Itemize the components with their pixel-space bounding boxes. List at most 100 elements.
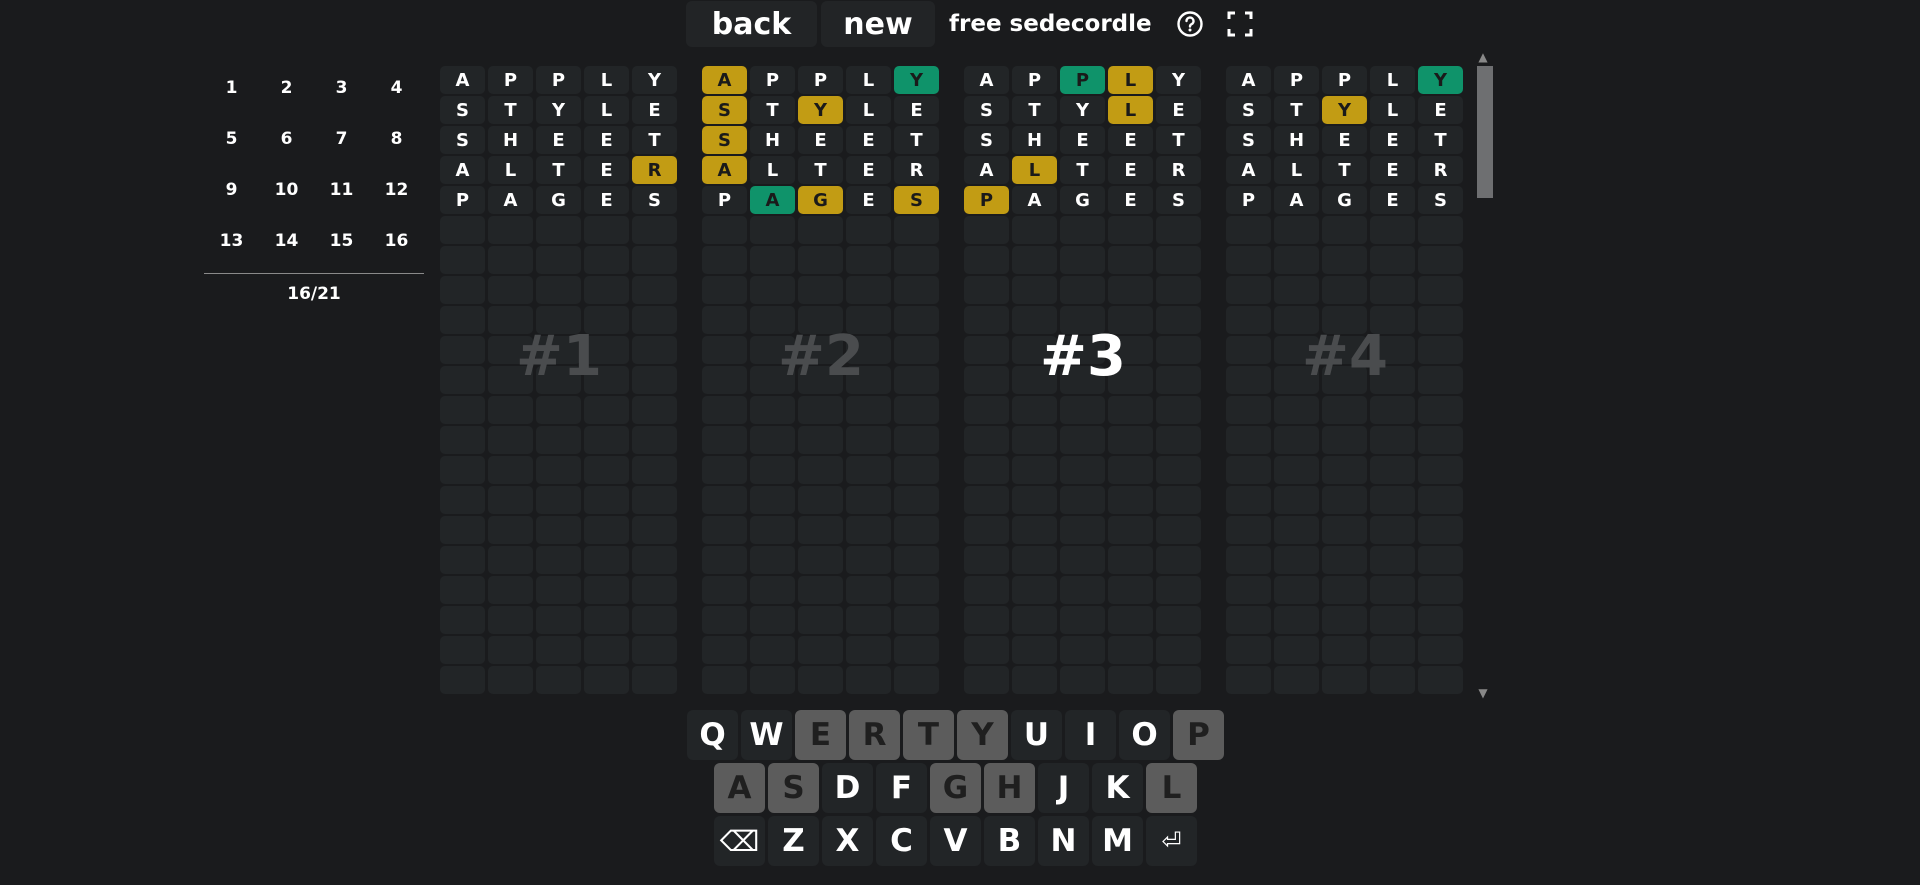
key-c[interactable]: C: [876, 816, 927, 866]
board-grid: APPLYSTYLESHEETALTERPAGES: [1226, 66, 1464, 694]
board-link-8[interactable]: 8: [369, 121, 424, 172]
empty-tile: [846, 516, 891, 544]
empty-tile: [894, 306, 939, 334]
key-q[interactable]: Q: [687, 710, 738, 760]
key-b[interactable]: B: [984, 816, 1035, 866]
enter-key[interactable]: ⏎: [1146, 816, 1197, 866]
key-g[interactable]: G: [930, 763, 981, 813]
letter-tile: T: [632, 126, 677, 154]
key-a[interactable]: A: [714, 763, 765, 813]
key-i[interactable]: I: [1065, 710, 1116, 760]
key-y[interactable]: Y: [957, 710, 1008, 760]
empty-tile: [1012, 276, 1057, 304]
empty-tile: [1370, 426, 1415, 454]
board-link-3[interactable]: 3: [314, 70, 369, 121]
key-d[interactable]: D: [822, 763, 873, 813]
board-link-7[interactable]: 7: [314, 121, 369, 172]
empty-tile: [1322, 666, 1367, 694]
letter-tile: L: [1012, 156, 1057, 184]
board-link-9[interactable]: 9: [204, 172, 259, 223]
help-button[interactable]: [1174, 8, 1206, 40]
empty-tile: [584, 366, 629, 394]
back-button[interactable]: back: [686, 1, 817, 47]
key-s[interactable]: S: [768, 763, 819, 813]
letter-tile: S: [702, 96, 747, 124]
key-w[interactable]: W: [741, 710, 792, 760]
letter-tile: S: [964, 126, 1009, 154]
key-h[interactable]: H: [984, 763, 1035, 813]
empty-tile: [584, 336, 629, 364]
key-e[interactable]: E: [795, 710, 846, 760]
letter-tile: L: [750, 156, 795, 184]
empty-tile: [1274, 486, 1319, 514]
board-link-2[interactable]: 2: [259, 70, 314, 121]
empty-tile: [1108, 666, 1153, 694]
empty-tile: [750, 456, 795, 484]
empty-tile: [964, 216, 1009, 244]
empty-tile: [1060, 426, 1105, 454]
key-j[interactable]: J: [1038, 763, 1089, 813]
board-link-4[interactable]: 4: [369, 70, 424, 121]
letter-tile: E: [1370, 186, 1415, 214]
key-n[interactable]: N: [1038, 816, 1089, 866]
empty-tile: [846, 576, 891, 604]
board-link-5[interactable]: 5: [204, 121, 259, 172]
key-r[interactable]: R: [849, 710, 900, 760]
board-link-6[interactable]: 6: [259, 121, 314, 172]
key-z[interactable]: Z: [768, 816, 819, 866]
board-number-grid: 1 2 3 4 5 6 7 8 9 10 11 12 13 14 15 16: [204, 70, 424, 274]
empty-tile: [1370, 276, 1415, 304]
empty-tile: [750, 666, 795, 694]
key-k[interactable]: K: [1092, 763, 1143, 813]
key-f[interactable]: F: [876, 763, 927, 813]
board-link-10[interactable]: 10: [259, 172, 314, 223]
board-link-13[interactable]: 13: [204, 223, 259, 274]
empty-tile: [1156, 216, 1201, 244]
key-l[interactable]: L: [1146, 763, 1197, 813]
board-link-12[interactable]: 12: [369, 172, 424, 223]
empty-tile: [440, 276, 485, 304]
board-4: A P P L Y S T Y L E S H E E T A L T E R P A G E S #4: [1226, 66, 1464, 694]
empty-tile: [702, 636, 747, 664]
key-v[interactable]: V: [930, 816, 981, 866]
empty-tile: [894, 576, 939, 604]
board-link-1[interactable]: 1: [204, 70, 259, 121]
scroll-down-icon[interactable]: ▼: [1473, 686, 1493, 700]
empty-tile: [536, 246, 581, 274]
empty-tile: [1108, 546, 1153, 574]
board-link-15[interactable]: 15: [314, 223, 369, 274]
empty-tile: [1012, 636, 1057, 664]
board-link-16[interactable]: 16: [369, 223, 424, 274]
empty-tile: [702, 516, 747, 544]
fullscreen-button[interactable]: [1224, 8, 1256, 40]
new-game-button[interactable]: new: [821, 1, 935, 47]
empty-tile: [702, 396, 747, 424]
empty-tile: [1322, 216, 1367, 244]
empty-tile: [798, 396, 843, 424]
scroll-up-icon[interactable]: ▲: [1473, 50, 1493, 64]
key-p[interactable]: P: [1173, 710, 1224, 760]
empty-tile: [1156, 336, 1201, 364]
key-x[interactable]: X: [822, 816, 873, 866]
key-t[interactable]: T: [903, 710, 954, 760]
board-link-11[interactable]: 11: [314, 172, 369, 223]
scrollbar[interactable]: ▲ ▼: [1473, 50, 1493, 710]
empty-tile: [798, 276, 843, 304]
key-o[interactable]: O: [1119, 710, 1170, 760]
empty-tile: [1226, 336, 1271, 364]
scroll-thumb[interactable]: [1477, 66, 1493, 198]
key-u[interactable]: U: [1011, 710, 1062, 760]
board-navigator: 1 2 3 4 5 6 7 8 9 10 11 12 13 14 15 16 16/21: [204, 70, 424, 304]
board-link-14[interactable]: 14: [259, 223, 314, 274]
empty-tile: [488, 486, 533, 514]
empty-tile: [894, 426, 939, 454]
backspace-key[interactable]: ⌫: [714, 816, 765, 866]
key-m[interactable]: M: [1092, 816, 1143, 866]
empty-tile: [1418, 636, 1463, 664]
empty-tile: [584, 516, 629, 544]
empty-tile: [1370, 216, 1415, 244]
empty-tile: [488, 606, 533, 634]
letter-tile: S: [632, 186, 677, 214]
empty-tile: [894, 606, 939, 634]
letter-tile: T: [1060, 156, 1105, 184]
